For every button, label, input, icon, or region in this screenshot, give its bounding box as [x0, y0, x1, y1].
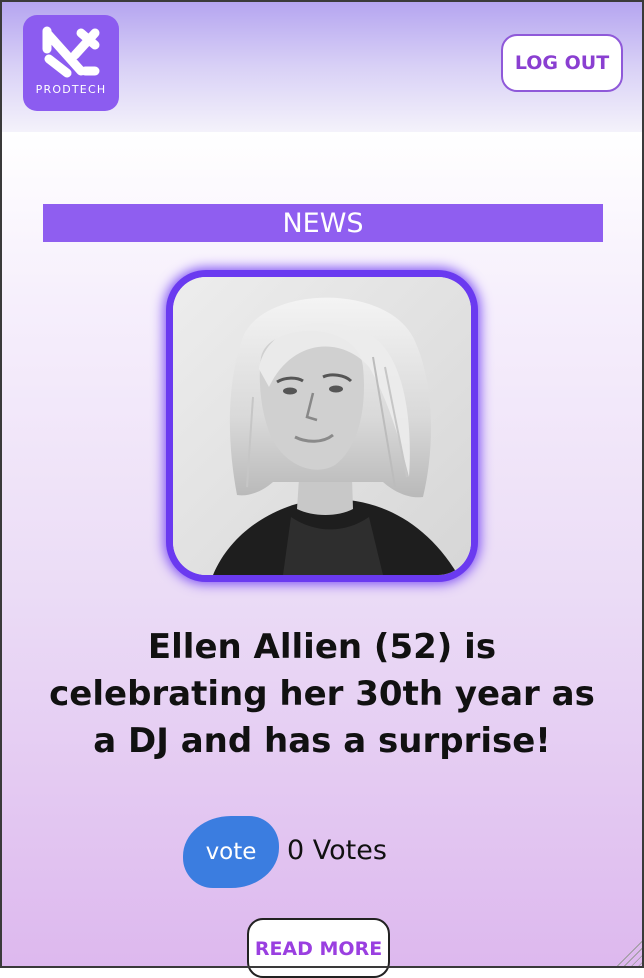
main-content: NEWS Ellen Allien (52) is celebrating he… [0, 132, 644, 978]
section-title: NEWS [43, 204, 603, 242]
portrait-photo [173, 277, 471, 575]
vote-count: 0 Votes [287, 835, 387, 866]
article-headline: Ellen Allien (52) is celebrating her 30t… [49, 627, 595, 761]
article-image-frame [166, 270, 478, 582]
logout-button[interactable]: LOG OUT [501, 34, 623, 92]
article-image [173, 277, 471, 575]
vote-button[interactable]: vote [183, 816, 279, 888]
logo-wordmark: PRODTECH [35, 83, 107, 96]
app-header: PRODTECH LOG OUT [0, 0, 644, 132]
read-more-button[interactable]: READ MORE [247, 918, 390, 978]
prodtech-logo-mark-icon [42, 26, 100, 78]
resize-grip-icon[interactable] [616, 940, 642, 966]
prodtech-logo[interactable]: PRODTECH [23, 15, 119, 111]
